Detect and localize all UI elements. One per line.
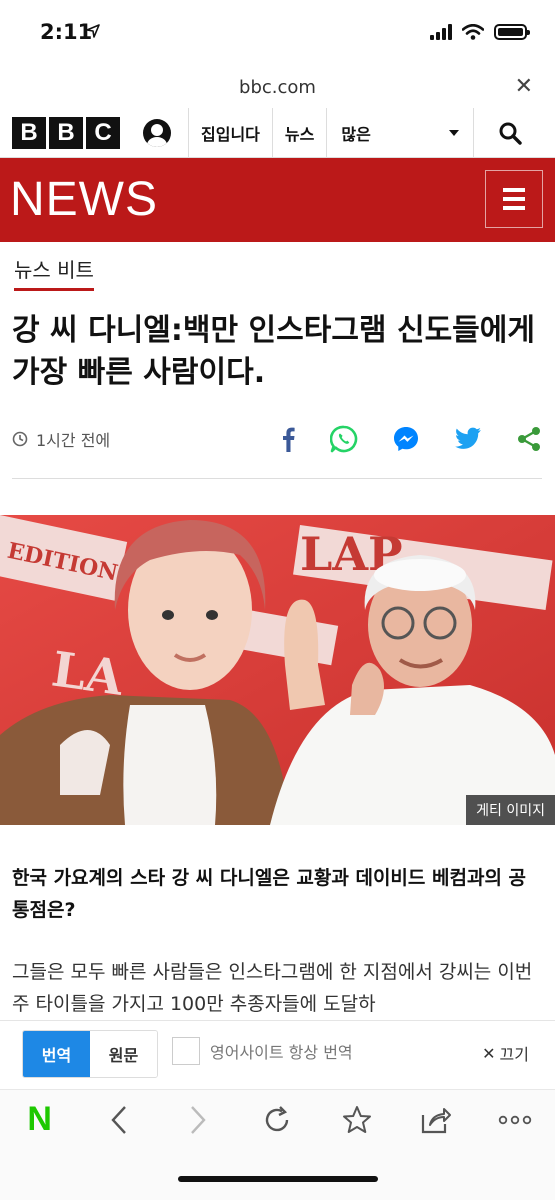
home-indicator-area bbox=[0, 1149, 555, 1200]
menu-button[interactable] bbox=[485, 170, 543, 228]
always-translate-option[interactable]: 영어사이트 항상 번역 bbox=[172, 1037, 353, 1065]
more-button[interactable] bbox=[485, 1090, 545, 1150]
signal-icon bbox=[430, 24, 452, 40]
reload-button[interactable] bbox=[247, 1090, 307, 1150]
article-photo: EDITION LAP LA bbox=[0, 515, 555, 825]
section-label[interactable]: 뉴스 비트 bbox=[14, 254, 94, 291]
bookmark-button[interactable] bbox=[327, 1090, 387, 1150]
article-body: 그들은 모두 빠른 사람들은 인스타그램에 한 지점에서 강씨는 이번 주 타이… bbox=[12, 961, 533, 1015]
news-banner: NEWS bbox=[0, 158, 555, 242]
back-button[interactable] bbox=[89, 1090, 149, 1150]
divider bbox=[12, 478, 542, 479]
always-translate-checkbox[interactable] bbox=[172, 1037, 200, 1065]
close-icon: ✕ bbox=[482, 1043, 496, 1063]
bbc-logo[interactable]: B B C bbox=[12, 116, 120, 149]
bbc-logo-letter: B bbox=[12, 116, 46, 149]
battery-icon bbox=[494, 24, 530, 40]
bbc-logo-letter: B bbox=[49, 116, 83, 149]
forward-icon bbox=[191, 1105, 206, 1134]
more-icon bbox=[499, 1115, 532, 1124]
reload-icon bbox=[266, 1105, 289, 1131]
search-button[interactable] bbox=[474, 108, 546, 158]
translate-button[interactable]: 번역 bbox=[23, 1031, 90, 1077]
news-logo[interactable]: NEWS bbox=[10, 172, 158, 227]
share-icon bbox=[421, 1107, 452, 1133]
url-bar[interactable]: bbc.com ✕ bbox=[0, 72, 555, 106]
turn-off-button[interactable]: ✕ 끄기 bbox=[482, 1041, 529, 1065]
bbc-logo-letter: C bbox=[86, 116, 120, 149]
original-button[interactable]: 원문 bbox=[90, 1031, 157, 1077]
back-icon bbox=[111, 1105, 126, 1134]
hamburger-icon bbox=[503, 188, 525, 192]
article-image[interactable]: EDITION LAP LA 게티 이미지 bbox=[0, 515, 555, 825]
nav-more-dropdown[interactable]: 많은 bbox=[327, 108, 473, 158]
browser-toolbar: N bbox=[0, 1089, 555, 1149]
image-credit: 게티 이미지 bbox=[466, 795, 555, 825]
nav-news-link[interactable]: 뉴스 bbox=[273, 108, 326, 158]
article-headline: 강 씨 다니엘:백만 인스타그램 신도들에게 가장 빠른 사람이다. bbox=[12, 313, 535, 390]
account-button[interactable] bbox=[126, 108, 188, 158]
nav-home-link[interactable]: 집입니다 bbox=[189, 108, 272, 158]
messenger-icon[interactable] bbox=[392, 425, 420, 453]
naver-home-button[interactable]: N bbox=[10, 1090, 70, 1150]
turn-off-label: 끄기 bbox=[499, 1045, 529, 1064]
share-icon[interactable] bbox=[516, 426, 542, 452]
always-translate-label: 영어사이트 항상 번역 bbox=[210, 1043, 353, 1062]
article-meta: 1시간 전에 bbox=[12, 420, 542, 458]
twitter-icon[interactable] bbox=[454, 427, 482, 451]
nav-more-label: 많은 bbox=[341, 124, 371, 144]
bbc-header: B B C 집입니다 뉴스 많은 bbox=[0, 107, 555, 158]
account-icon bbox=[143, 118, 171, 147]
share-button[interactable] bbox=[406, 1090, 466, 1150]
timestamp: 1시간 전에 bbox=[12, 427, 110, 451]
whatsapp-icon[interactable] bbox=[330, 425, 358, 453]
translate-toggle: 번역 원문 bbox=[22, 1030, 158, 1078]
bookmark-icon bbox=[342, 1105, 371, 1133]
share-buttons bbox=[280, 425, 542, 453]
home-indicator[interactable] bbox=[178, 1176, 378, 1182]
location-arrow-icon bbox=[86, 23, 100, 42]
article-summary: 한국 가요계의 스타 강 씨 다니엘은 교황과 데이비드 베컴과의 공통점은? bbox=[12, 867, 527, 921]
status-indicators bbox=[430, 24, 530, 40]
url-text[interactable]: bbc.com bbox=[0, 77, 555, 98]
facebook-icon[interactable] bbox=[280, 426, 296, 452]
status-bar: 2:11 bbox=[0, 0, 555, 70]
translation-bar: 번역 원문 영어사이트 항상 번역 ✕ 끄기 bbox=[0, 1020, 555, 1088]
search-icon bbox=[499, 122, 523, 145]
wifi-icon bbox=[462, 24, 484, 40]
chevron-down-icon bbox=[449, 129, 460, 136]
close-icon[interactable]: ✕ bbox=[515, 74, 533, 100]
forward-button[interactable] bbox=[168, 1090, 228, 1150]
naver-icon: N bbox=[27, 1100, 52, 1138]
status-time: 2:11 bbox=[40, 20, 93, 44]
clock-icon bbox=[12, 431, 28, 447]
time-ago-text: 1시간 전에 bbox=[36, 431, 111, 450]
